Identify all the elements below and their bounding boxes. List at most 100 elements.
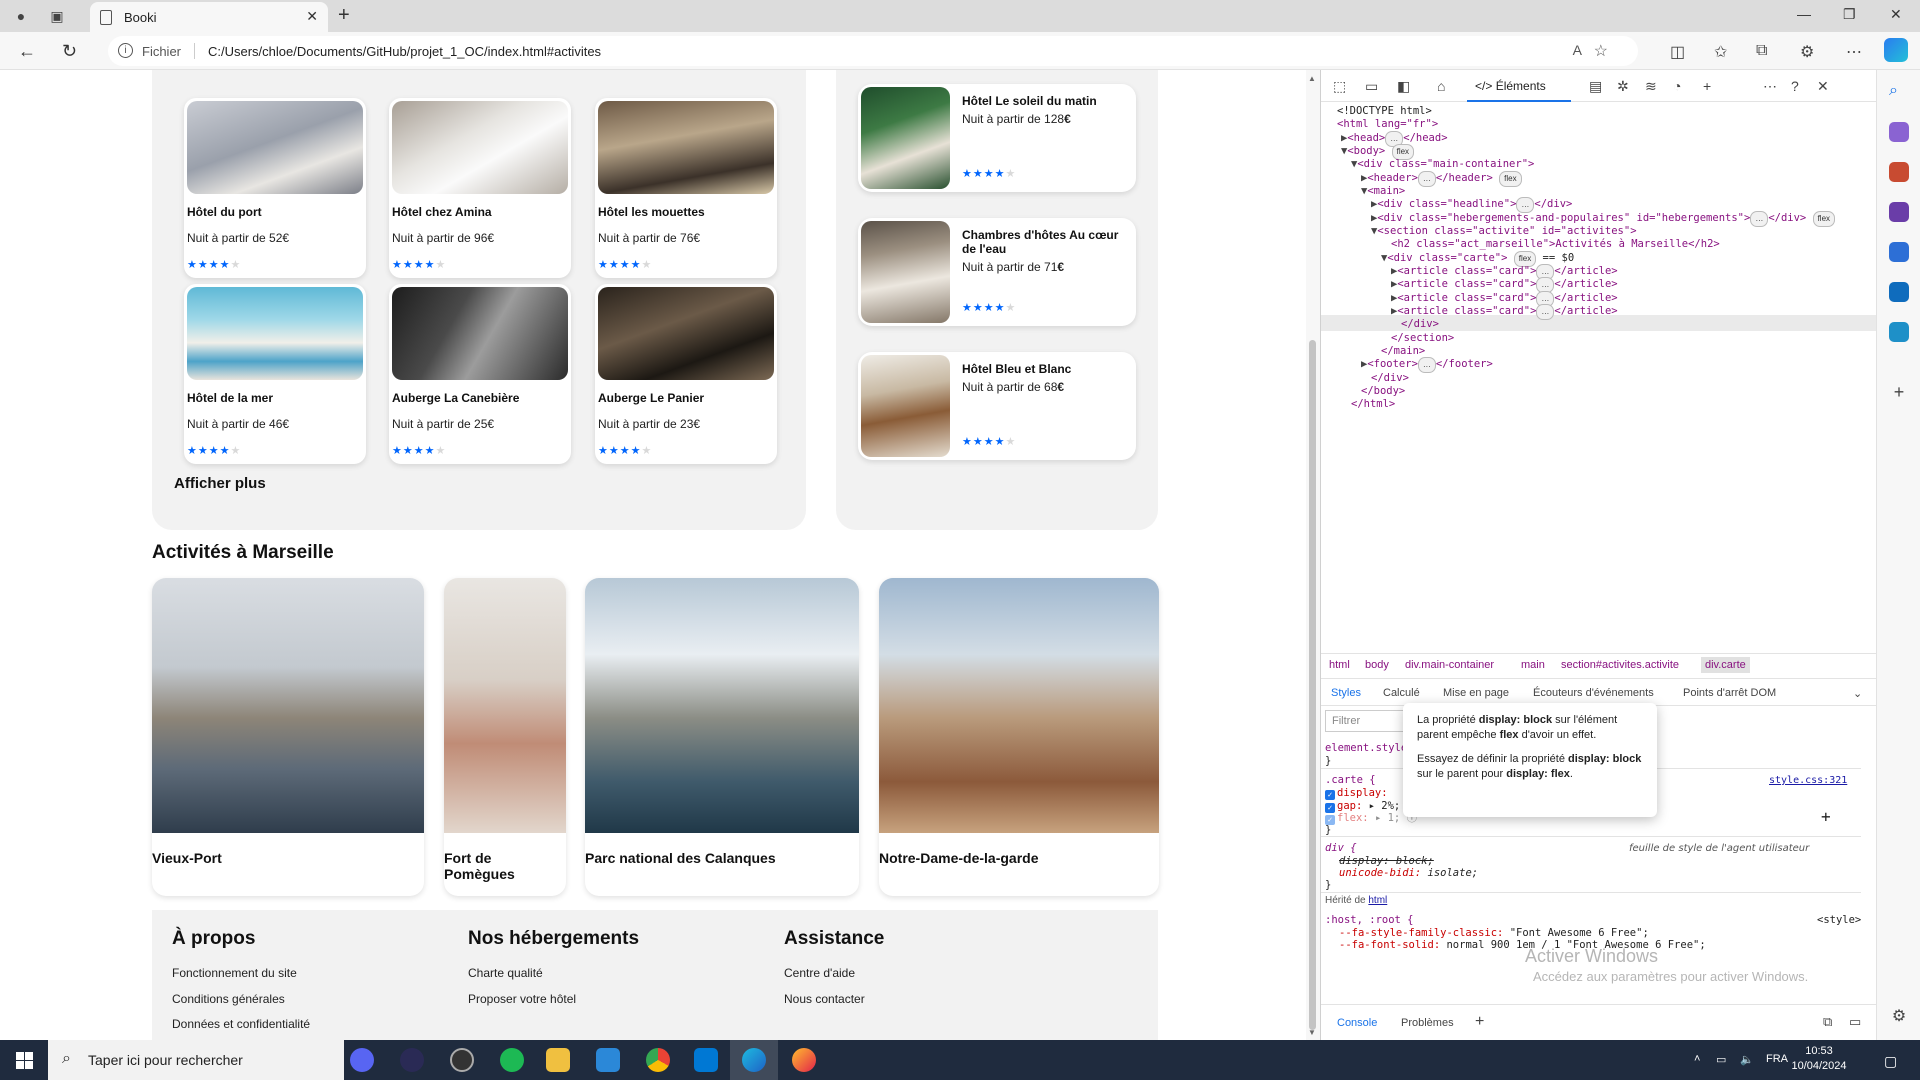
- breadcrumb-item[interactable]: section#activites.activite: [1561, 659, 1679, 671]
- activity-card[interactable]: Parc national des Calanques: [585, 578, 859, 896]
- activity-card[interactable]: Notre-Dame-de-la-garde: [879, 578, 1159, 896]
- styles-filter-input[interactable]: Filtrer: [1325, 710, 1415, 732]
- tab-layout[interactable]: Mise en page: [1443, 687, 1509, 699]
- breadcrumb-item[interactable]: main: [1521, 659, 1545, 671]
- scroll-down-icon[interactable]: ▼: [1308, 1028, 1316, 1037]
- hotel-card[interactable]: Auberge Le Panier Nuit à partir de 23€ ★…: [595, 284, 777, 464]
- restore-icon[interactable]: ❐: [1843, 6, 1856, 23]
- system-clock[interactable]: 10:53 10/04/2024: [1786, 1044, 1852, 1074]
- edge-icon[interactable]: [742, 1048, 766, 1072]
- inspect-icon[interactable]: ⬚: [1333, 78, 1346, 95]
- tab-problems[interactable]: Problèmes: [1401, 1017, 1454, 1029]
- drawer-menu-icon[interactable]: ▭: [1849, 1014, 1861, 1030]
- hotel-card[interactable]: Auberge La Canebière Nuit à partir de 25…: [389, 284, 571, 464]
- popular-card[interactable]: Hôtel Bleu et Blanc Nuit à partir de 68€…: [858, 352, 1136, 460]
- network-icon[interactable]: ≋: [1645, 78, 1657, 95]
- dom-node[interactable]: </section>: [1391, 331, 1454, 345]
- tab-actions-icon[interactable]: ▣: [48, 7, 66, 25]
- tab-styles[interactable]: Styles: [1331, 687, 1361, 699]
- footer-link[interactable]: Données et confidentialité: [172, 1017, 310, 1031]
- language-indicator[interactable]: FRA: [1766, 1053, 1788, 1065]
- add-tab-icon[interactable]: +: [1475, 1013, 1484, 1031]
- help-icon[interactable]: ?: [1791, 78, 1799, 94]
- popular-card[interactable]: Chambres d'hôtes Au cœur de l'eau Nuit à…: [858, 218, 1136, 326]
- dom-node[interactable]: <h2 class="act_marseille">Activités à Ma…: [1391, 237, 1720, 251]
- favorites-icon[interactable]: ✩: [1714, 42, 1727, 62]
- breadcrumb-item[interactable]: div.main-container: [1405, 659, 1494, 671]
- hotel-card[interactable]: Hôtel chez Amina Nuit à partir de 96€ ★★…: [389, 98, 571, 278]
- scroll-up-icon[interactable]: ▲: [1308, 74, 1316, 83]
- spotify-icon[interactable]: [500, 1048, 524, 1072]
- dom-node[interactable]: ▼<div class="main-container">: [1351, 157, 1534, 171]
- vscode-icon[interactable]: [694, 1048, 718, 1072]
- dock-drawer-icon[interactable]: ⧉: [1823, 1014, 1832, 1030]
- popular-card[interactable]: Hôtel Le soleil du matin Nuit à partir d…: [858, 84, 1136, 192]
- minimize-icon[interactable]: —: [1797, 6, 1811, 22]
- show-more-link[interactable]: Afficher plus: [174, 475, 266, 492]
- tray-chevron-icon[interactable]: ˄: [1694, 1053, 1700, 1065]
- dom-node[interactable]: </div>: [1371, 371, 1409, 385]
- add-rule-icon[interactable]: +: [1821, 809, 1831, 825]
- hotel-card[interactable]: Hôtel de la mer Nuit à partir de 46€ ★★★…: [184, 284, 366, 464]
- footer-link[interactable]: Centre d'aide: [784, 966, 855, 980]
- add-sidebar-icon[interactable]: +: [1889, 382, 1909, 402]
- tab-console[interactable]: Console: [1337, 1017, 1377, 1029]
- dom-node[interactable]: ▼<section class="activite" id="activites…: [1371, 224, 1637, 238]
- hotel-card[interactable]: Hôtel les mouettes Nuit à partir de 76€ …: [595, 98, 777, 278]
- tab-computed[interactable]: Calculé: [1383, 687, 1420, 699]
- close-window-icon[interactable]: ✕: [1890, 6, 1902, 23]
- tab-event-listeners[interactable]: Écouteurs d'événements: [1533, 687, 1654, 699]
- outlook-icon[interactable]: [1889, 282, 1909, 302]
- devtools-menu-icon[interactable]: ⋯: [1763, 78, 1777, 95]
- breadcrumb-item[interactable]: html: [1329, 659, 1350, 671]
- chevron-down-icon[interactable]: ⌄: [1853, 687, 1862, 700]
- refresh-icon[interactable]: ↻: [62, 41, 77, 62]
- footer-link[interactable]: Nous contacter: [784, 992, 865, 1006]
- tools-icon[interactable]: [1889, 162, 1909, 182]
- more-menu-icon[interactable]: ⋯: [1846, 42, 1862, 62]
- dom-node[interactable]: <!DOCTYPE html>: [1337, 104, 1432, 118]
- footer-link[interactable]: Charte qualité: [468, 966, 543, 980]
- drop-icon[interactable]: [1889, 322, 1909, 342]
- back-icon[interactable]: ←: [18, 41, 36, 62]
- profile-icon[interactable]: ●: [12, 7, 30, 25]
- chrome-icon[interactable]: [646, 1048, 670, 1072]
- breadcrumb-item[interactable]: body: [1365, 659, 1389, 671]
- copilot-icon[interactable]: [1884, 38, 1908, 62]
- welcome-icon[interactable]: ⌂: [1437, 78, 1445, 94]
- settings-gear-icon[interactable]: ⚙: [1889, 1006, 1909, 1026]
- browser-tab[interactable]: Booki ✕: [90, 2, 328, 32]
- media-player-icon[interactable]: [400, 1048, 424, 1072]
- activity-card[interactable]: Vieux-Port: [152, 578, 424, 896]
- file-explorer-icon[interactable]: [546, 1048, 570, 1072]
- dom-node[interactable]: </html>: [1351, 397, 1395, 411]
- css-declaration[interactable]: ✓ display:: [1325, 787, 1388, 800]
- footer-link[interactable]: Fonctionnement du site: [172, 966, 297, 980]
- footer-link[interactable]: Proposer votre hôtel: [468, 992, 576, 1006]
- scroll-thumb[interactable]: [1309, 340, 1316, 1030]
- dom-node[interactable]: </div>: [1401, 317, 1439, 331]
- windows-start-icon[interactable]: [16, 1052, 33, 1069]
- search-icon[interactable]: ⌕: [1889, 82, 1909, 102]
- obs-icon[interactable]: [450, 1048, 474, 1072]
- css-source-link[interactable]: <style>: [1817, 914, 1861, 927]
- device-toolbar-icon[interactable]: ▭: [1365, 78, 1378, 95]
- games-icon[interactable]: [1889, 202, 1909, 222]
- close-tab-icon[interactable]: ✕: [306, 8, 318, 25]
- info-icon[interactable]: i: [118, 43, 133, 58]
- split-screen-icon[interactable]: ◫: [1670, 42, 1685, 62]
- footer-link[interactable]: Conditions générales: [172, 992, 285, 1006]
- dom-node[interactable]: ▼<main>: [1361, 184, 1405, 198]
- page-scrollbar[interactable]: ▲ ▼: [1306, 70, 1320, 1040]
- breadcrumb-item-selected[interactable]: div.carte: [1701, 657, 1750, 673]
- dom-node[interactable]: </body>: [1361, 384, 1405, 398]
- tab-dom-breakpoints[interactable]: Points d'arrêt DOM: [1683, 687, 1776, 699]
- extensions-icon[interactable]: ⚙: [1800, 42, 1814, 62]
- activity-card[interactable]: Fort de Pomègues: [444, 578, 566, 896]
- console-icon[interactable]: ▤: [1589, 78, 1602, 95]
- close-devtools-icon[interactable]: ✕: [1817, 78, 1829, 95]
- issues-icon[interactable]: ✲: [1617, 78, 1629, 95]
- read-aloud-icon[interactable]: A: [1573, 42, 1582, 58]
- notifications-icon[interactable]: ▢: [1884, 1053, 1897, 1070]
- new-tab-button[interactable]: +: [338, 4, 350, 27]
